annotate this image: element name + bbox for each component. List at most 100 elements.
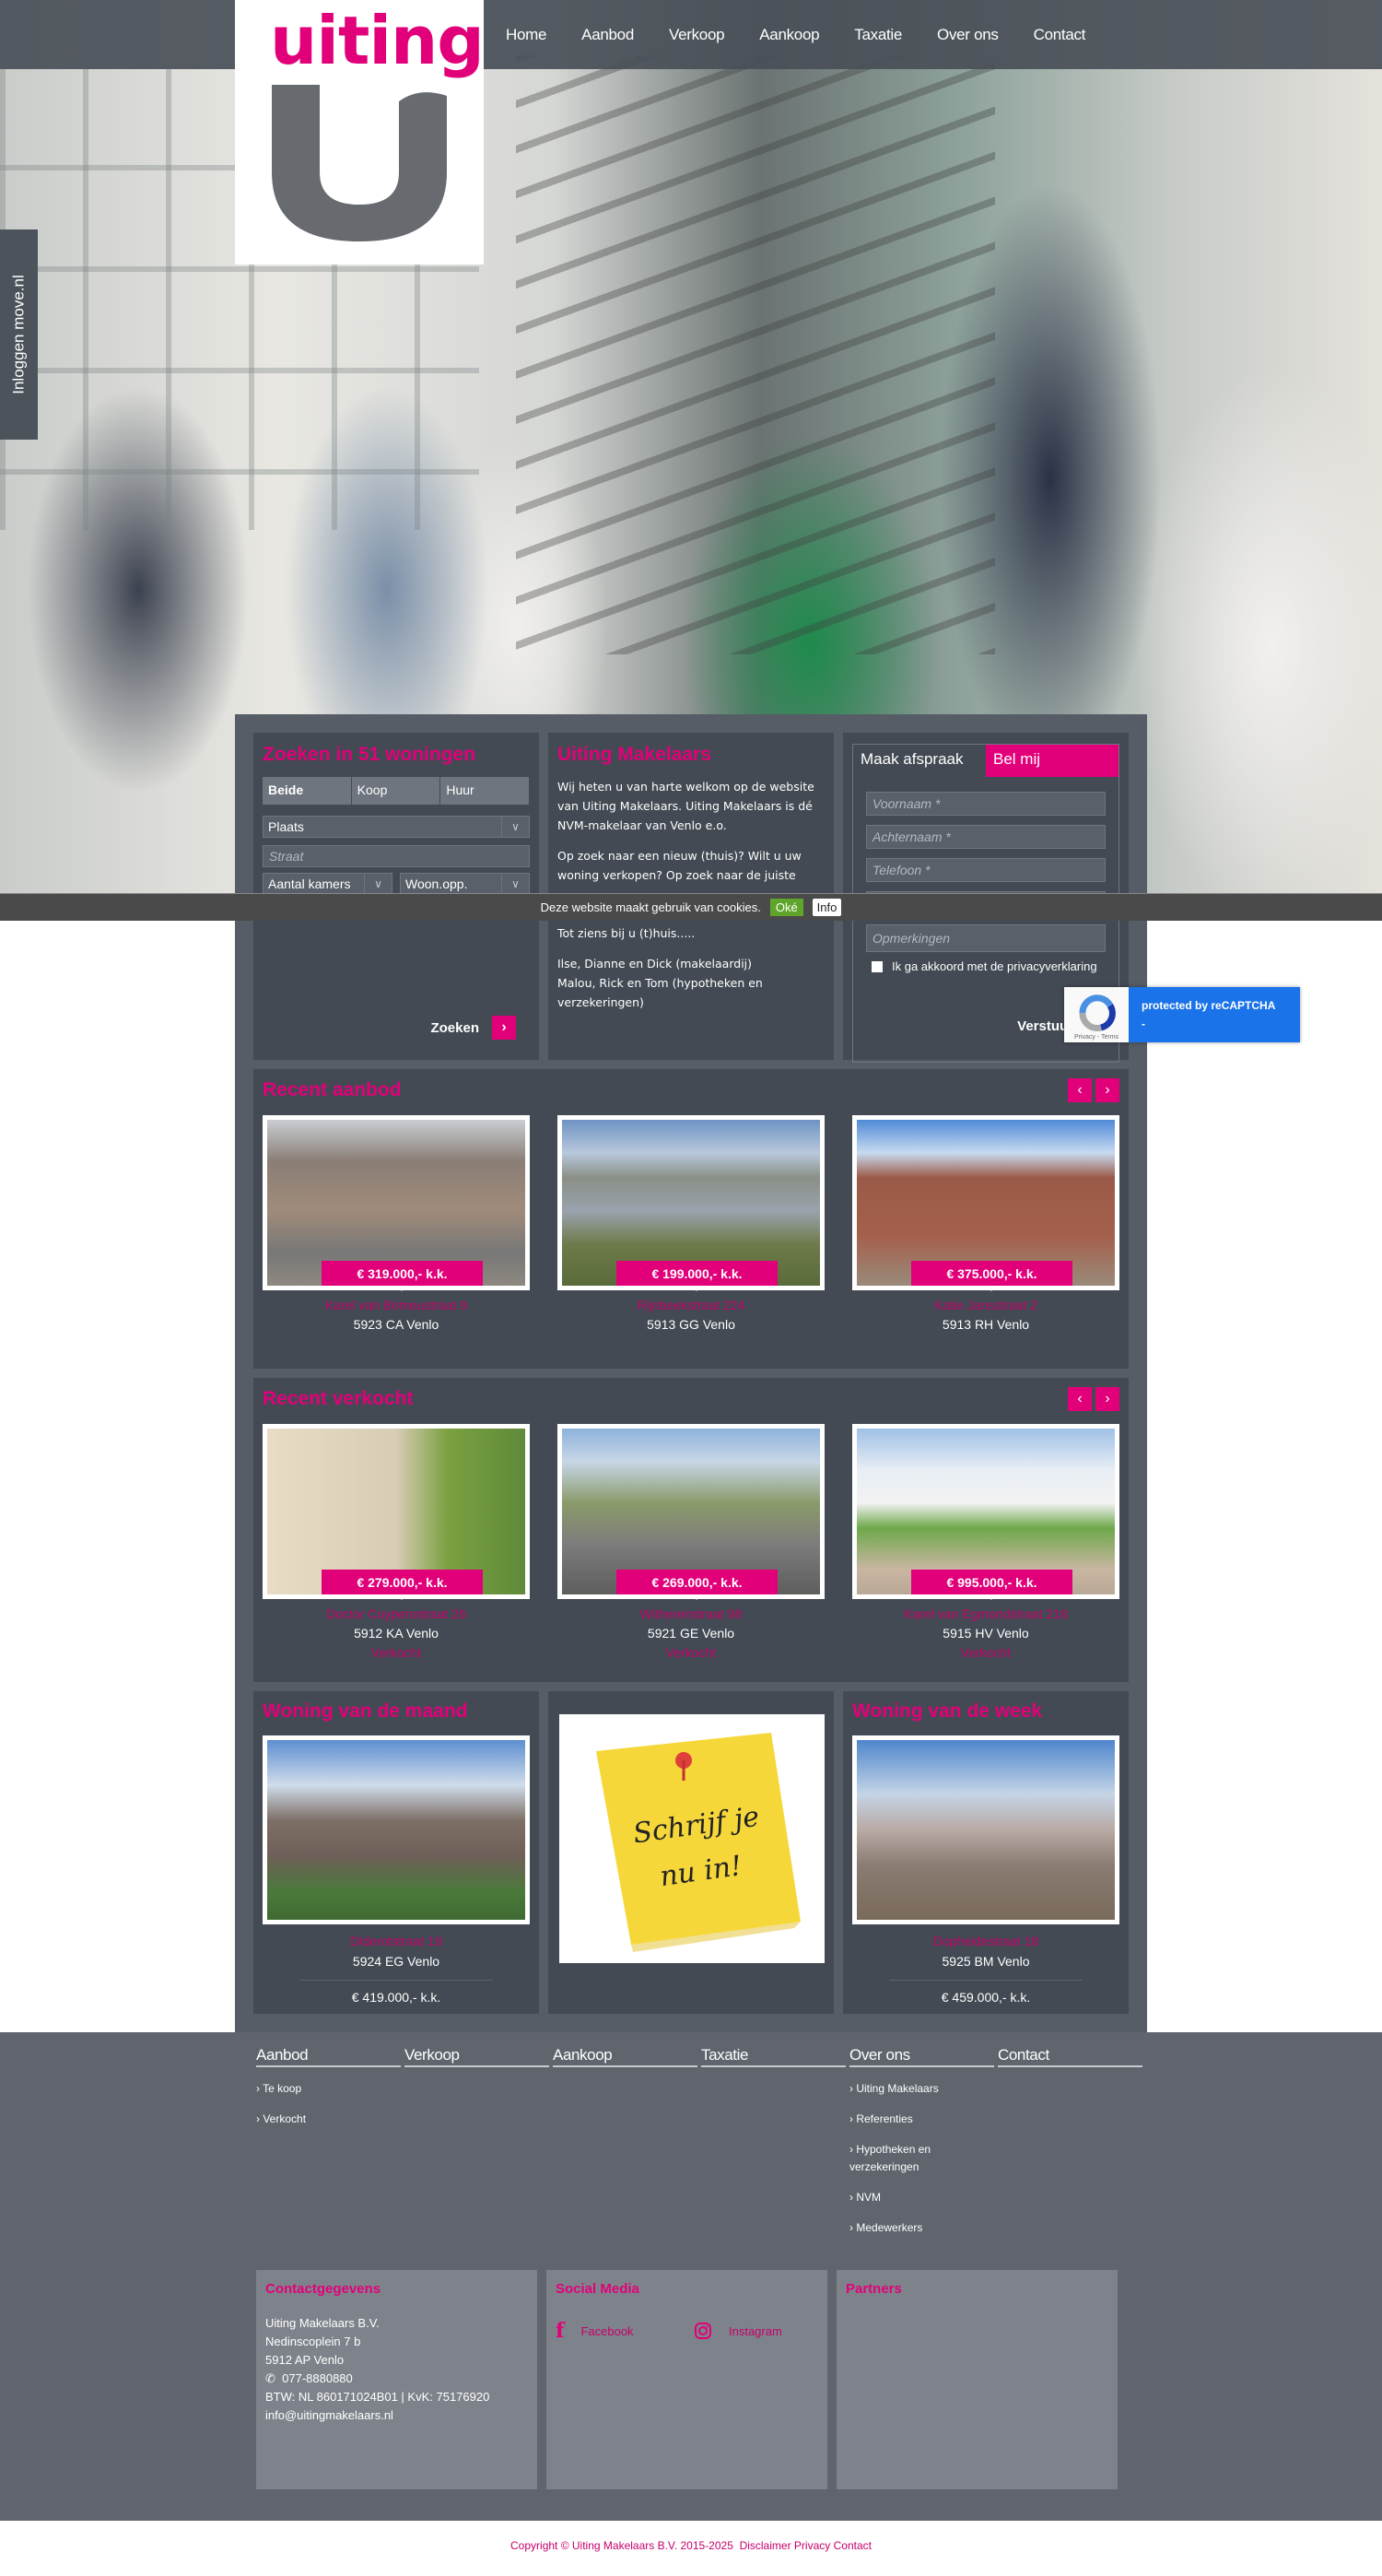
rooms-select[interactable]: Aantal kamers ∨ xyxy=(263,873,392,895)
footer-link-hypotheken[interactable]: › Hypotheken en verzekeringen xyxy=(849,2141,994,2176)
street-input[interactable]: Straat xyxy=(263,845,530,867)
company-phone[interactable]: ✆ 077-8880880 xyxy=(265,2372,528,2385)
nav-over-ons[interactable]: Over ons xyxy=(937,26,999,44)
property-card[interactable]: € 199.000,- k.k. Rijnbeekstraat 224 5913… xyxy=(557,1115,825,1332)
property-card[interactable]: € 269.000,- k.k. Witherenstraat 98 5921 … xyxy=(557,1424,825,1660)
house-of-week-panel[interactable]: Woning van de week Dopheidestraat 18 592… xyxy=(843,1691,1129,2014)
property-card[interactable]: € 375.000,- k.k. Katie Jansstraat 2 5913… xyxy=(852,1115,1119,1332)
property-street[interactable]: Karel van Brimeustraat 9 xyxy=(263,1298,530,1312)
tab-maak-afspraak[interactable]: Maak afspraak xyxy=(853,745,986,777)
footer-link-medewerkers[interactable]: › Medewerkers xyxy=(849,2219,994,2237)
footer-link-uiting-makelaars[interactable]: › Uiting Makelaars xyxy=(849,2080,994,2098)
login-move-label: Inloggen move.nl xyxy=(9,275,28,394)
footer-heading[interactable]: Aankoop xyxy=(553,2046,697,2067)
tab-koop[interactable]: Koop xyxy=(351,777,441,805)
remarks-field[interactable]: Opmerkingen xyxy=(866,924,1106,952)
signup-panel[interactable]: Schrijf je nu in! xyxy=(548,1691,834,2014)
chevron-right-icon[interactable]: › xyxy=(1095,1387,1119,1411)
company-name: Uiting Makelaars B.V. xyxy=(265,2316,380,2330)
footer-heading[interactable]: Aanbod xyxy=(256,2046,401,2067)
footer-col-verkoop: Verkoop xyxy=(404,2046,549,2237)
search-submit-button[interactable]: Zoeken › xyxy=(430,1016,516,1040)
footer-link-verkocht[interactable]: › Verkocht xyxy=(256,2111,401,2128)
disclaimer-link[interactable]: Disclaimer xyxy=(740,2539,791,2552)
site-logo[interactable]: uiting xyxy=(235,0,485,265)
property-photo: € 375.000,- k.k. xyxy=(852,1115,1119,1291)
privacy-link[interactable]: Privacy xyxy=(794,2539,830,2552)
chevron-down-icon: ∨ xyxy=(501,817,529,837)
chevron-right-icon: › xyxy=(492,1016,516,1040)
property-street[interactable]: Rijnbeekstraat 224 xyxy=(557,1298,825,1312)
recent-sold-title: Recent verkocht xyxy=(263,1388,414,1409)
place-select[interactable]: Plaats ∨ xyxy=(263,816,530,838)
footer-col-contact: Contact xyxy=(998,2046,1142,2237)
property-price: € 279.000,- k.k. xyxy=(322,1570,483,1600)
company-email[interactable]: info@uitingmakelaars.nl xyxy=(265,2409,528,2422)
company-registration: BTW: NL 860171024B01 | KvK: 75176920 xyxy=(265,2390,490,2404)
privacy-consent[interactable]: Ik ga akkoord met de privacyverklaring xyxy=(866,959,1106,973)
cookie-info-button[interactable]: Info xyxy=(812,899,842,916)
signup-note-image[interactable]: Schrijf je nu in! xyxy=(559,1714,825,1963)
sold-status: Verkocht xyxy=(960,1645,1012,1660)
area-select[interactable]: Woon.opp. ∨ xyxy=(400,873,530,895)
contact-link[interactable]: Contact xyxy=(834,2539,872,2552)
first-name-field[interactable]: Voornaam * xyxy=(866,792,1106,816)
house-of-month-panel[interactable]: Woning van de maand Diderotstraat 19 592… xyxy=(253,1691,539,2014)
sold-status: Verkocht xyxy=(370,1645,422,1660)
footer-heading[interactable]: Over ons xyxy=(849,2046,994,2067)
footer-heading[interactable]: Contact xyxy=(998,2046,1142,2067)
property-card[interactable]: € 995.000,- k.k. Karel van Egmondstraat … xyxy=(852,1424,1119,1660)
property-street[interactable]: Dopheidestraat 18 xyxy=(852,1934,1119,1948)
property-street[interactable]: Karel van Egmondstraat 218 xyxy=(852,1606,1119,1621)
phone-field[interactable]: Telefoon * xyxy=(866,858,1106,882)
chevron-left-icon[interactable]: ‹ xyxy=(1068,1078,1092,1102)
copyright-text: Copyright © Uiting Makelaars B.V. 2015-2… xyxy=(510,2539,733,2552)
logo-u-icon xyxy=(272,85,447,241)
social-media-box: Social Media f Facebook Instagram xyxy=(546,2270,827,2489)
about-paragraph-3: Tot ziens bij u (t)huis..... xyxy=(557,926,696,940)
last-name-field[interactable]: Achternaam * xyxy=(866,825,1106,849)
cookie-ok-button[interactable]: Oké xyxy=(769,899,803,916)
house-of-week-title: Woning van de week xyxy=(852,1700,1043,1722)
footer-heading[interactable]: Taxatie xyxy=(701,2046,846,2067)
tab-huur[interactable]: Huur xyxy=(440,777,531,805)
facebook-link[interactable]: f Facebook xyxy=(556,2319,675,2343)
house-of-month-title: Woning van de maand xyxy=(263,1700,468,1722)
nav-verkoop[interactable]: Verkoop xyxy=(669,26,725,44)
chevron-left-icon[interactable]: ‹ xyxy=(1068,1387,1092,1411)
tab-beide[interactable]: Beide xyxy=(263,777,352,805)
instagram-link[interactable]: Instagram xyxy=(694,2322,814,2340)
chevron-right-icon[interactable]: › xyxy=(1095,1078,1119,1102)
property-street[interactable]: Witherenstraat 98 xyxy=(557,1606,825,1621)
nav-aanbod[interactable]: Aanbod xyxy=(581,26,634,44)
property-photo: € 199.000,- k.k. xyxy=(557,1115,825,1291)
property-street[interactable]: Diderotstraat 19 xyxy=(263,1934,530,1948)
about-title: Uiting Makelaars xyxy=(557,744,711,765)
tab-bel-mij[interactable]: Bel mij xyxy=(986,745,1118,777)
nav-home[interactable]: Home xyxy=(506,26,546,44)
recaptcha-links[interactable]: Privacy - Terms xyxy=(1074,1034,1119,1041)
login-move-tab[interactable]: Inloggen move.nl xyxy=(0,229,38,440)
nav-contact[interactable]: Contact xyxy=(1034,26,1086,44)
property-card[interactable]: € 319.000,- k.k. Karel van Brimeustraat … xyxy=(263,1115,530,1332)
recaptcha-badge[interactable]: Privacy - Terms protected by reCAPTCHA - xyxy=(1064,987,1300,1042)
nav-aankoop[interactable]: Aankoop xyxy=(759,26,819,44)
chevron-down-icon: ∨ xyxy=(501,874,529,894)
property-photo xyxy=(263,1735,530,1924)
footer-heading[interactable]: Verkoop xyxy=(404,2046,549,2067)
property-street[interactable]: Katie Jansstraat 2 xyxy=(852,1298,1119,1312)
property-card[interactable]: € 279.000,- k.k. Doctor Cuypersstraat 26… xyxy=(263,1424,530,1660)
search-submit-label: Zoeken xyxy=(430,1019,479,1036)
about-paragraph-4: Ilse, Dianne en Dick (makelaardij) Malou… xyxy=(557,957,763,1009)
footer-link-te-koop[interactable]: › Te koop xyxy=(256,2080,401,2098)
recaptcha-subtext: - xyxy=(1142,1017,1145,1030)
nav-taxatie[interactable]: Taxatie xyxy=(854,26,902,44)
privacy-checkbox[interactable] xyxy=(872,960,883,972)
property-street[interactable]: Doctor Cuypersstraat 26 xyxy=(263,1606,530,1621)
footer-link-nvm[interactable]: › NVM xyxy=(849,2189,994,2206)
footer-link-referenties[interactable]: › Referenties xyxy=(849,2111,994,2128)
partners-box: Partners xyxy=(837,2270,1118,2489)
property-city: 5913 GG Venlo xyxy=(647,1317,735,1332)
sold-status: Verkocht xyxy=(665,1645,717,1660)
social-media-title: Social Media xyxy=(556,2281,639,2297)
